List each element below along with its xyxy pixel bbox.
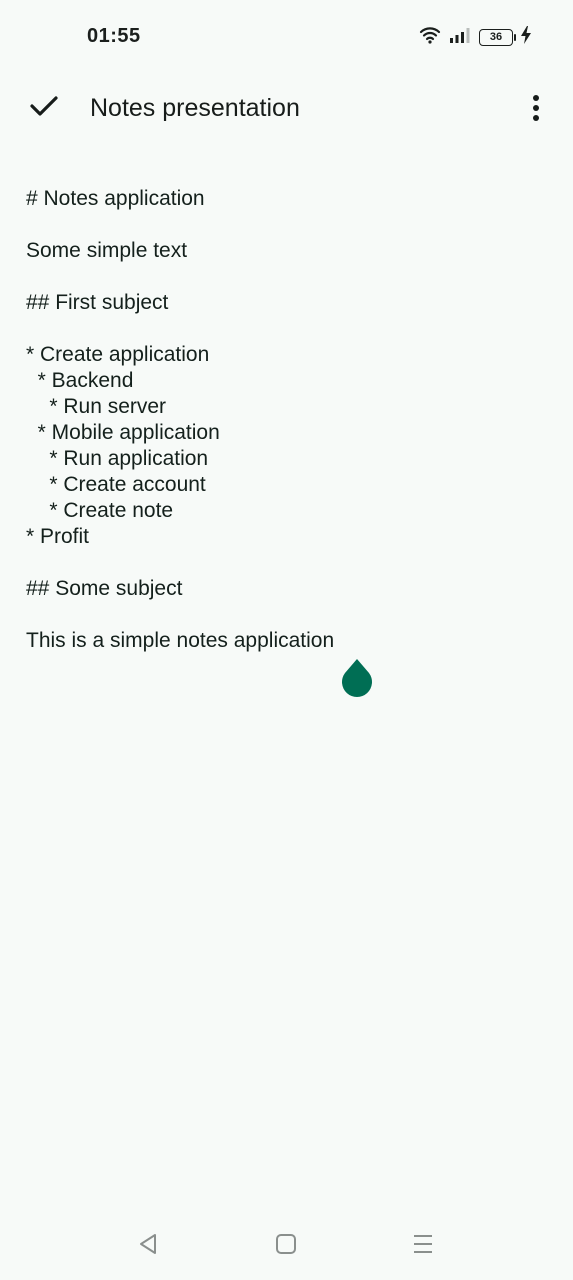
editor-line: * Create note bbox=[26, 499, 174, 522]
note-editor[interactable]: # Notes application Some simple text ## … bbox=[26, 186, 546, 654]
battery-icon: 36 bbox=[479, 28, 516, 46]
editor-line: * Create application bbox=[26, 343, 210, 366]
editor-line: * Backend bbox=[26, 369, 134, 392]
more-options-button[interactable] bbox=[521, 86, 551, 134]
recents-button[interactable] bbox=[403, 1230, 443, 1262]
signal-icon bbox=[449, 27, 471, 48]
editor-line: * Run application bbox=[26, 447, 209, 470]
status-bar: 01:55 36 bbox=[0, 0, 573, 74]
editor-line: ## First subject bbox=[26, 291, 169, 314]
editor-line: This is a simple notes application bbox=[26, 629, 335, 652]
editor-line: Some simple text bbox=[26, 239, 188, 262]
editor-line: ## Some subject bbox=[26, 577, 183, 600]
back-icon bbox=[138, 1233, 158, 1260]
recents-icon bbox=[412, 1233, 434, 1260]
status-icons: 36 bbox=[411, 25, 531, 49]
editor-line: * Run server bbox=[26, 395, 167, 418]
text-cursor-handle[interactable] bbox=[340, 658, 374, 698]
editor-line: * Create account bbox=[26, 473, 206, 496]
confirm-button[interactable] bbox=[22, 86, 66, 130]
page-title: Notes presentation bbox=[90, 94, 300, 122]
app-bar: Notes presentation bbox=[0, 74, 573, 146]
editor-line: * Mobile application bbox=[26, 421, 220, 444]
home-icon bbox=[275, 1233, 297, 1260]
home-button[interactable] bbox=[266, 1230, 306, 1262]
editor-line: * Profit bbox=[26, 525, 90, 548]
back-button[interactable] bbox=[128, 1230, 168, 1262]
editor-line: # Notes application bbox=[26, 187, 205, 210]
system-nav-bar bbox=[0, 1216, 573, 1280]
wifi-icon bbox=[419, 26, 441, 49]
charging-icon bbox=[521, 25, 531, 49]
more-vert-icon bbox=[532, 94, 540, 127]
status-time: 01:55 bbox=[87, 25, 141, 47]
check-icon bbox=[30, 95, 58, 122]
